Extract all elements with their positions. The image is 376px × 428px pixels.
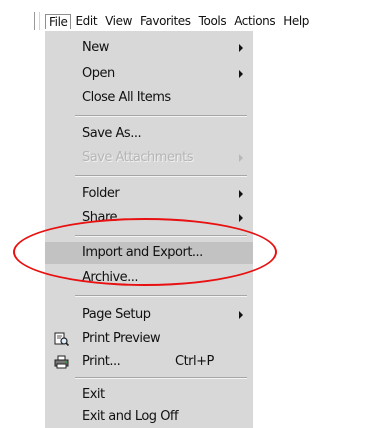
submenu-arrow-icon xyxy=(239,190,243,198)
menu-actions[interactable]: Actions xyxy=(230,13,279,29)
menu-separator xyxy=(75,115,247,117)
menu-item-label: Exit and Log Off xyxy=(82,409,179,424)
toolbar-grip[interactable] xyxy=(34,12,40,30)
menu-item-label: Print... xyxy=(82,354,121,369)
menu-item-import-export[interactable]: Import and Export... xyxy=(45,242,253,264)
print-preview-icon xyxy=(54,332,70,347)
submenu-arrow-icon xyxy=(239,311,243,319)
menu-separator xyxy=(75,235,247,237)
menu-item-label: Open xyxy=(82,66,115,81)
menu-tools[interactable]: Tools xyxy=(195,13,231,29)
menu-item-label: Close All Items xyxy=(82,90,171,105)
menu-item-label: Share xyxy=(82,210,118,225)
menu-item-print-preview[interactable]: Print Preview xyxy=(45,328,253,350)
menu-item-label: Import and Export... xyxy=(82,245,203,260)
submenu-arrow-icon xyxy=(239,154,243,162)
menu-separator xyxy=(75,295,247,297)
printer-icon xyxy=(54,355,69,369)
submenu-arrow-icon xyxy=(239,214,243,222)
menu-item-open[interactable]: Open xyxy=(45,63,253,85)
menu-separator xyxy=(75,175,247,177)
menu-item-save-as[interactable]: Save As... xyxy=(45,123,253,145)
menu-item-save-attachments: Save Attachments xyxy=(45,147,253,169)
menu-help[interactable]: Help xyxy=(279,13,313,29)
print-shortcut: Ctrl+P xyxy=(175,354,214,369)
menu-item-share[interactable]: Share xyxy=(45,207,253,229)
menu-file[interactable]: File xyxy=(45,13,72,29)
menu-bar: File Edit View Favorites Tools Actions H… xyxy=(34,10,364,32)
menu-item-exit[interactable]: Exit xyxy=(45,384,253,406)
menu-item-label: Exit xyxy=(82,387,105,402)
menu-item-label: Page Setup xyxy=(82,307,151,322)
menu-favorites[interactable]: Favorites xyxy=(136,13,195,29)
menu-separator xyxy=(75,377,247,379)
menu-edit[interactable]: Edit xyxy=(71,13,101,29)
menu-view[interactable]: View xyxy=(101,13,136,29)
menu-item-exit-log-off[interactable]: Exit and Log Off xyxy=(45,406,253,428)
menu-item-new[interactable]: New xyxy=(45,37,253,59)
menu-item-label: Save Attachments xyxy=(82,150,194,165)
menu-item-archive[interactable]: Archive... xyxy=(45,267,253,289)
submenu-arrow-icon xyxy=(239,44,243,52)
menu-item-label: New xyxy=(82,40,109,55)
menu-item-close-all[interactable]: Close All Items xyxy=(45,87,253,109)
menu-item-label: Folder xyxy=(82,186,120,201)
submenu-arrow-icon xyxy=(239,70,243,78)
menu-item-label: Save As... xyxy=(82,126,142,141)
menu-item-folder[interactable]: Folder xyxy=(45,183,253,205)
menu-item-label: Print Preview xyxy=(82,331,161,346)
menu-item-page-setup[interactable]: Page Setup xyxy=(45,304,253,326)
menu-item-label: Archive... xyxy=(82,270,139,285)
menu-item-print[interactable]: Print... Ctrl+P xyxy=(45,351,253,373)
file-menu-dropdown: New Open Close All Items Save As... Save… xyxy=(45,31,253,428)
